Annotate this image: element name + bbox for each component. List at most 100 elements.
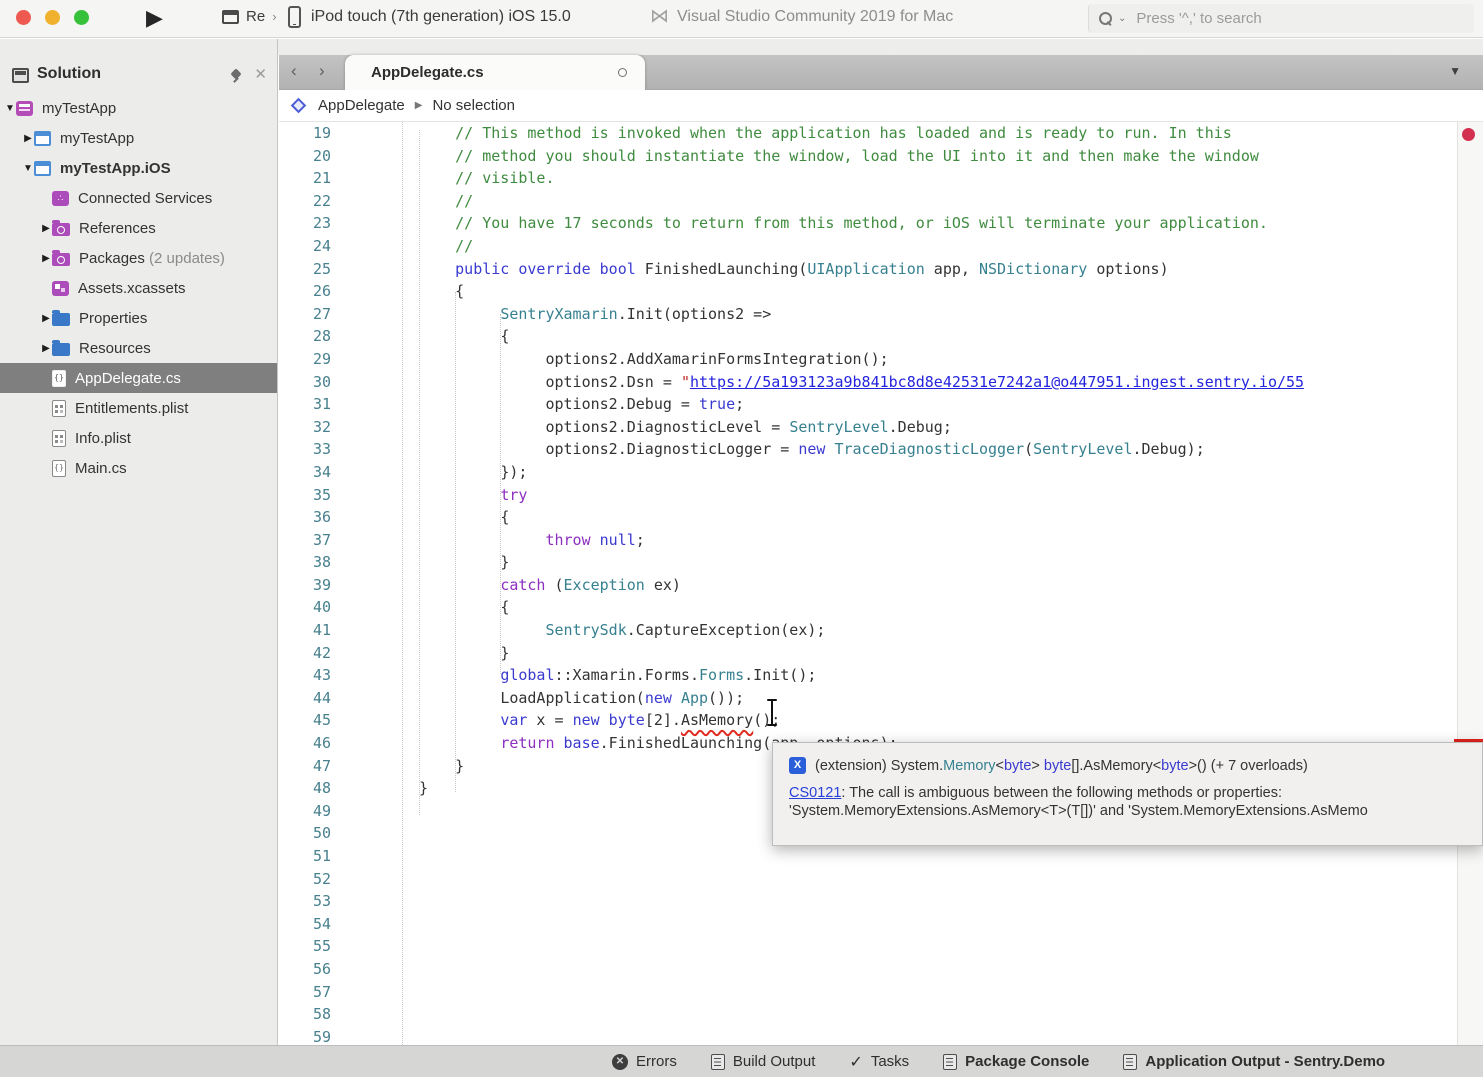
code-line-36[interactable]: 36 { — [279, 506, 1483, 529]
code-line-29[interactable]: 29 options2.AddXamarinFormsIntegration()… — [279, 348, 1483, 371]
sidebar-item-connected-services[interactable]: ∴Connected Services — [0, 183, 277, 213]
code-line-51[interactable]: 51 — [279, 845, 1483, 868]
line-number[interactable]: 37 — [279, 529, 352, 552]
line-number[interactable]: 28 — [279, 325, 352, 348]
editor-scrollbar[interactable] — [1457, 122, 1483, 1045]
code-line-57[interactable]: 57 — [279, 981, 1483, 1004]
pin-icon[interactable] — [230, 69, 242, 83]
line-number[interactable]: 45 — [279, 709, 352, 732]
sidebar-item-mytestapp[interactable]: ▼myTestApp — [0, 93, 277, 123]
line-number[interactable]: 39 — [279, 574, 352, 597]
line-number[interactable]: 35 — [279, 484, 352, 507]
code-line-55[interactable]: 55 — [279, 935, 1483, 958]
statusbar-pad-application-output-sentry-demo[interactable]: Application Output - Sentry.Demo — [1123, 1053, 1385, 1070]
code-line-35[interactable]: 35 try — [279, 484, 1483, 507]
line-number[interactable]: 55 — [279, 935, 352, 958]
disclosure-open-icon[interactable]: ▼ — [4, 103, 16, 114]
code-line-38[interactable]: 38 } — [279, 551, 1483, 574]
code-line-58[interactable]: 58 — [279, 1003, 1483, 1026]
statusbar-pad-package-console[interactable]: Package Console — [943, 1053, 1089, 1070]
breadcrumb-class[interactable]: AppDelegate — [318, 97, 405, 114]
line-number[interactable]: 52 — [279, 868, 352, 891]
tab-overflow-dropdown[interactable]: ▼ — [1449, 64, 1461, 78]
line-number[interactable]: 51 — [279, 845, 352, 868]
sidebar-item-resources[interactable]: ▶Resources — [0, 333, 277, 363]
sidebar-item-info-plist[interactable]: Info.plist — [0, 423, 277, 453]
code-line-44[interactable]: 44 LoadApplication(new App()); — [279, 687, 1483, 710]
line-number[interactable]: 58 — [279, 1003, 352, 1026]
disclosure-closed-icon[interactable]: ▶ — [40, 343, 52, 354]
disclosure-closed-icon[interactable]: ▶ — [40, 223, 52, 234]
line-number[interactable]: 44 — [279, 687, 352, 710]
code-line-59[interactable]: 59 — [279, 1026, 1483, 1045]
line-number[interactable]: 48 — [279, 777, 352, 800]
minimize-window-button[interactable] — [45, 10, 60, 25]
statusbar-pad-build-output[interactable]: Build Output — [711, 1053, 816, 1070]
build-configuration-selector[interactable]: Re › — [222, 8, 277, 25]
code-line-40[interactable]: 40 { — [279, 596, 1483, 619]
code-line-23[interactable]: 23 // You have 17 seconds to return from… — [279, 212, 1483, 235]
code-line-56[interactable]: 56 — [279, 958, 1483, 981]
line-number[interactable]: 24 — [279, 235, 352, 258]
code-line-25[interactable]: 25 public override bool FinishedLaunchin… — [279, 258, 1483, 281]
code-line-22[interactable]: 22 // — [279, 190, 1483, 213]
sidebar-item-main-cs[interactable]: {}Main.cs — [0, 453, 277, 483]
breadcrumb-selection[interactable]: No selection — [432, 97, 515, 114]
line-number[interactable]: 43 — [279, 664, 352, 687]
line-number[interactable]: 34 — [279, 461, 352, 484]
code-line-41[interactable]: 41 SentrySdk.CaptureException(ex); — [279, 619, 1483, 642]
line-number[interactable]: 41 — [279, 619, 352, 642]
run-button[interactable]: ▶ — [146, 5, 163, 31]
statusbar-pad-errors[interactable]: ✕Errors — [612, 1053, 677, 1070]
line-number[interactable]: 22 — [279, 190, 352, 213]
code-line-28[interactable]: 28 { — [279, 325, 1483, 348]
navigate-forward-button[interactable]: › — [319, 61, 325, 81]
device-selector[interactable]: iPod touch (7th generation) iOS 15.0 — [288, 6, 571, 28]
code-line-43[interactable]: 43 global::Xamarin.Forms.Forms.Init(); — [279, 664, 1483, 687]
line-number[interactable]: 30 — [279, 371, 352, 394]
line-number[interactable]: 32 — [279, 416, 352, 439]
code-line-20[interactable]: 20 // method you should instantiate the … — [279, 145, 1483, 168]
line-number[interactable]: 38 — [279, 551, 352, 574]
line-number[interactable]: 57 — [279, 981, 352, 1004]
disclosure-closed-icon[interactable]: ▶ — [40, 253, 52, 264]
line-number[interactable]: 27 — [279, 303, 352, 326]
sidebar-item-assets-xcassets[interactable]: Assets.xcassets — [0, 273, 277, 303]
line-number[interactable]: 26 — [279, 280, 352, 303]
code-line-33[interactable]: 33 options2.DiagnosticLogger = new Trace… — [279, 438, 1483, 461]
line-number[interactable]: 21 — [279, 167, 352, 190]
line-number[interactable]: 31 — [279, 393, 352, 416]
line-number[interactable]: 56 — [279, 958, 352, 981]
line-number[interactable]: 50 — [279, 822, 352, 845]
code-line-37[interactable]: 37 throw null; — [279, 529, 1483, 552]
sidebar-item-entitlements-plist[interactable]: Entitlements.plist — [0, 393, 277, 423]
tab-appdelegate[interactable]: AppDelegate.cs — [345, 55, 645, 90]
line-number[interactable]: 54 — [279, 913, 352, 936]
close-window-button[interactable] — [16, 10, 31, 25]
statusbar-pad-tasks[interactable]: ✓Tasks — [849, 1052, 909, 1072]
zoom-window-button[interactable] — [74, 10, 89, 25]
code-line-24[interactable]: 24 // — [279, 235, 1483, 258]
line-number[interactable]: 46 — [279, 732, 352, 755]
code-line-52[interactable]: 52 — [279, 868, 1483, 891]
code-line-54[interactable]: 54 — [279, 913, 1483, 936]
line-number[interactable]: 49 — [279, 800, 352, 823]
code-line-32[interactable]: 32 options2.DiagnosticLevel = SentryLeve… — [279, 416, 1483, 439]
close-icon[interactable]: ✕ — [254, 65, 267, 83]
code-line-45[interactable]: 45 var x = new byte[2].AsMemory(); — [279, 709, 1483, 732]
line-number[interactable]: 25 — [279, 258, 352, 281]
sidebar-item-mytestapp[interactable]: ▶myTestApp — [0, 123, 277, 153]
line-number[interactable]: 23 — [279, 212, 352, 235]
error-indicator-dot[interactable] — [1462, 128, 1475, 141]
sidebar-item-packages[interactable]: ▶Packages (2 updates) — [0, 243, 277, 273]
search-input[interactable]: ⌄ Press '^,' to search — [1088, 4, 1474, 33]
code-line-26[interactable]: 26 { — [279, 280, 1483, 303]
line-number[interactable]: 47 — [279, 755, 352, 778]
line-number[interactable]: 59 — [279, 1026, 352, 1045]
line-number[interactable]: 40 — [279, 596, 352, 619]
disclosure-closed-icon[interactable]: ▶ — [40, 313, 52, 324]
code-line-19[interactable]: 19 // This method is invoked when the ap… — [279, 122, 1483, 145]
sidebar-item-appdelegate-cs[interactable]: {}AppDelegate.cs — [0, 363, 277, 393]
line-number[interactable]: 20 — [279, 145, 352, 168]
code-line-27[interactable]: 27 SentryXamarin.Init(options2 => — [279, 303, 1483, 326]
